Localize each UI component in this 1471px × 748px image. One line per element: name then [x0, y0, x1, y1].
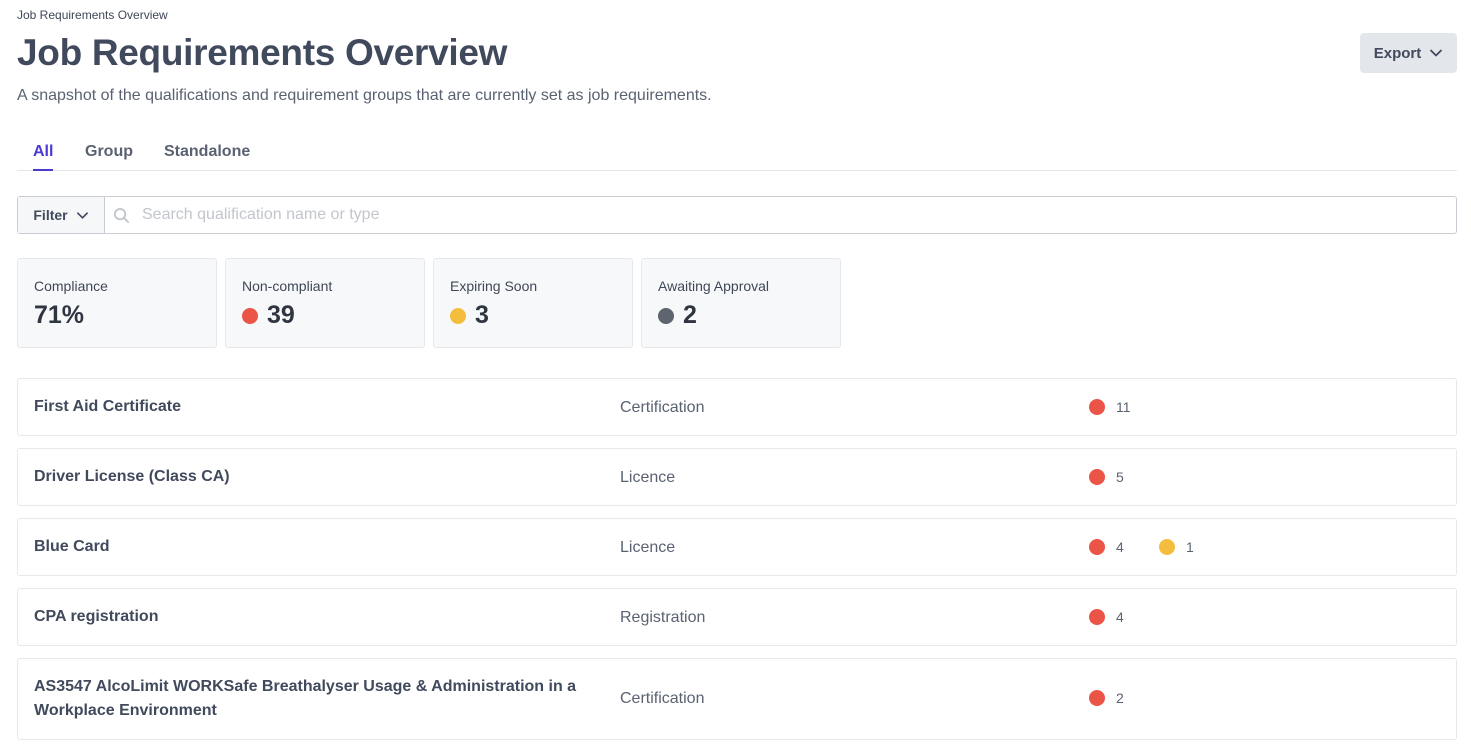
export-button[interactable]: Export — [1360, 33, 1457, 73]
red-status-dot-icon — [1089, 539, 1105, 555]
stat-card-awaiting-approval[interactable]: Awaiting Approval 2 — [641, 258, 841, 348]
gray-status-dot-icon — [658, 307, 674, 324]
stat-number: 2 — [683, 301, 697, 329]
stat-label: Non-compliant — [242, 278, 333, 294]
qualification-type: Licence — [620, 469, 676, 486]
noncompliant-count: 4 — [1089, 609, 1124, 625]
qualification-name: Driver License (Class CA) — [34, 468, 230, 485]
red-status-dot-icon — [1089, 469, 1105, 485]
qualification-type: Certification — [620, 690, 705, 707]
tab-group[interactable]: Group — [85, 143, 133, 171]
breadcrumb: Job Requirements Overview — [17, 8, 168, 22]
search-icon — [113, 207, 130, 223]
chevron-down-icon — [1430, 49, 1443, 57]
stat-card-compliance: Compliance 71% — [17, 258, 217, 348]
stat-card-expiring-soon[interactable]: Expiring Soon 3 — [433, 258, 633, 348]
count-value: 4 — [1116, 539, 1124, 555]
yellow-status-dot-icon — [1159, 539, 1175, 555]
tab-all[interactable]: All — [33, 143, 54, 171]
stat-value: 3 — [450, 301, 489, 330]
stat-number: 39 — [267, 301, 295, 329]
qualification-type: Registration — [620, 609, 706, 626]
table-row[interactable]: AS3547 AlcoLimit WORKSafe Breathalyser U… — [17, 658, 1457, 740]
stat-label: Expiring Soon — [450, 278, 538, 294]
stat-number: 3 — [475, 301, 489, 329]
noncompliant-count: 5 — [1089, 469, 1124, 485]
stat-label: Compliance — [34, 278, 108, 294]
stat-value: 2 — [658, 301, 697, 330]
count-value: 1 — [1186, 539, 1194, 555]
count-value: 2 — [1116, 690, 1124, 706]
red-status-dot-icon — [242, 307, 258, 324]
stat-value: 39 — [242, 301, 295, 330]
qualification-name: CPA registration — [34, 608, 159, 625]
filter-search-bar: Filter — [17, 196, 1457, 234]
expiring-count: 1 — [1159, 539, 1194, 555]
stat-value: 71% — [34, 301, 84, 330]
page-subtitle: A snapshot of the qualifications and req… — [17, 87, 712, 104]
noncompliant-count: 4 — [1089, 539, 1124, 555]
table-row[interactable]: Blue Card Licence 4 1 — [17, 518, 1457, 576]
filter-button-label: Filter — [33, 207, 68, 223]
stat-number: 71% — [34, 301, 85, 329]
export-button-label: Export — [1373, 44, 1422, 62]
table-row[interactable]: First Aid Certificate Certification 11 — [17, 378, 1457, 436]
qualification-type: Licence — [620, 539, 676, 556]
page-title: Job Requirements Overview — [17, 32, 508, 73]
qualification-name: First Aid Certificate — [34, 398, 181, 415]
stat-card-noncompliant[interactable]: Non-compliant 39 — [225, 258, 425, 348]
table-row[interactable]: Driver License (Class CA) Licence 5 — [17, 448, 1457, 506]
count-value: 11 — [1116, 399, 1131, 415]
table-row[interactable]: CPA registration Registration 4 — [17, 588, 1457, 646]
red-status-dot-icon — [1089, 690, 1105, 706]
tab-standalone[interactable]: Standalone — [164, 143, 250, 171]
yellow-status-dot-icon — [450, 307, 466, 324]
count-value: 5 — [1116, 469, 1124, 485]
tab-bar: All Group Standalone — [17, 140, 1457, 171]
qualification-name: AS3547 AlcoLimit WORKSafe Breathalyser U… — [34, 678, 577, 719]
filter-button[interactable]: Filter — [18, 197, 105, 233]
chevron-down-icon — [76, 211, 88, 219]
qualification-type: Certification — [620, 399, 705, 416]
noncompliant-count: 2 — [1089, 690, 1124, 706]
stat-label: Awaiting Approval — [658, 278, 770, 294]
red-status-dot-icon — [1089, 609, 1105, 625]
search-wrapper — [105, 197, 1456, 233]
red-status-dot-icon — [1089, 399, 1105, 415]
noncompliant-count: 11 — [1089, 399, 1131, 415]
qualification-name: Blue Card — [34, 538, 110, 555]
search-input[interactable] — [142, 206, 1456, 224]
count-value: 4 — [1116, 609, 1124, 625]
